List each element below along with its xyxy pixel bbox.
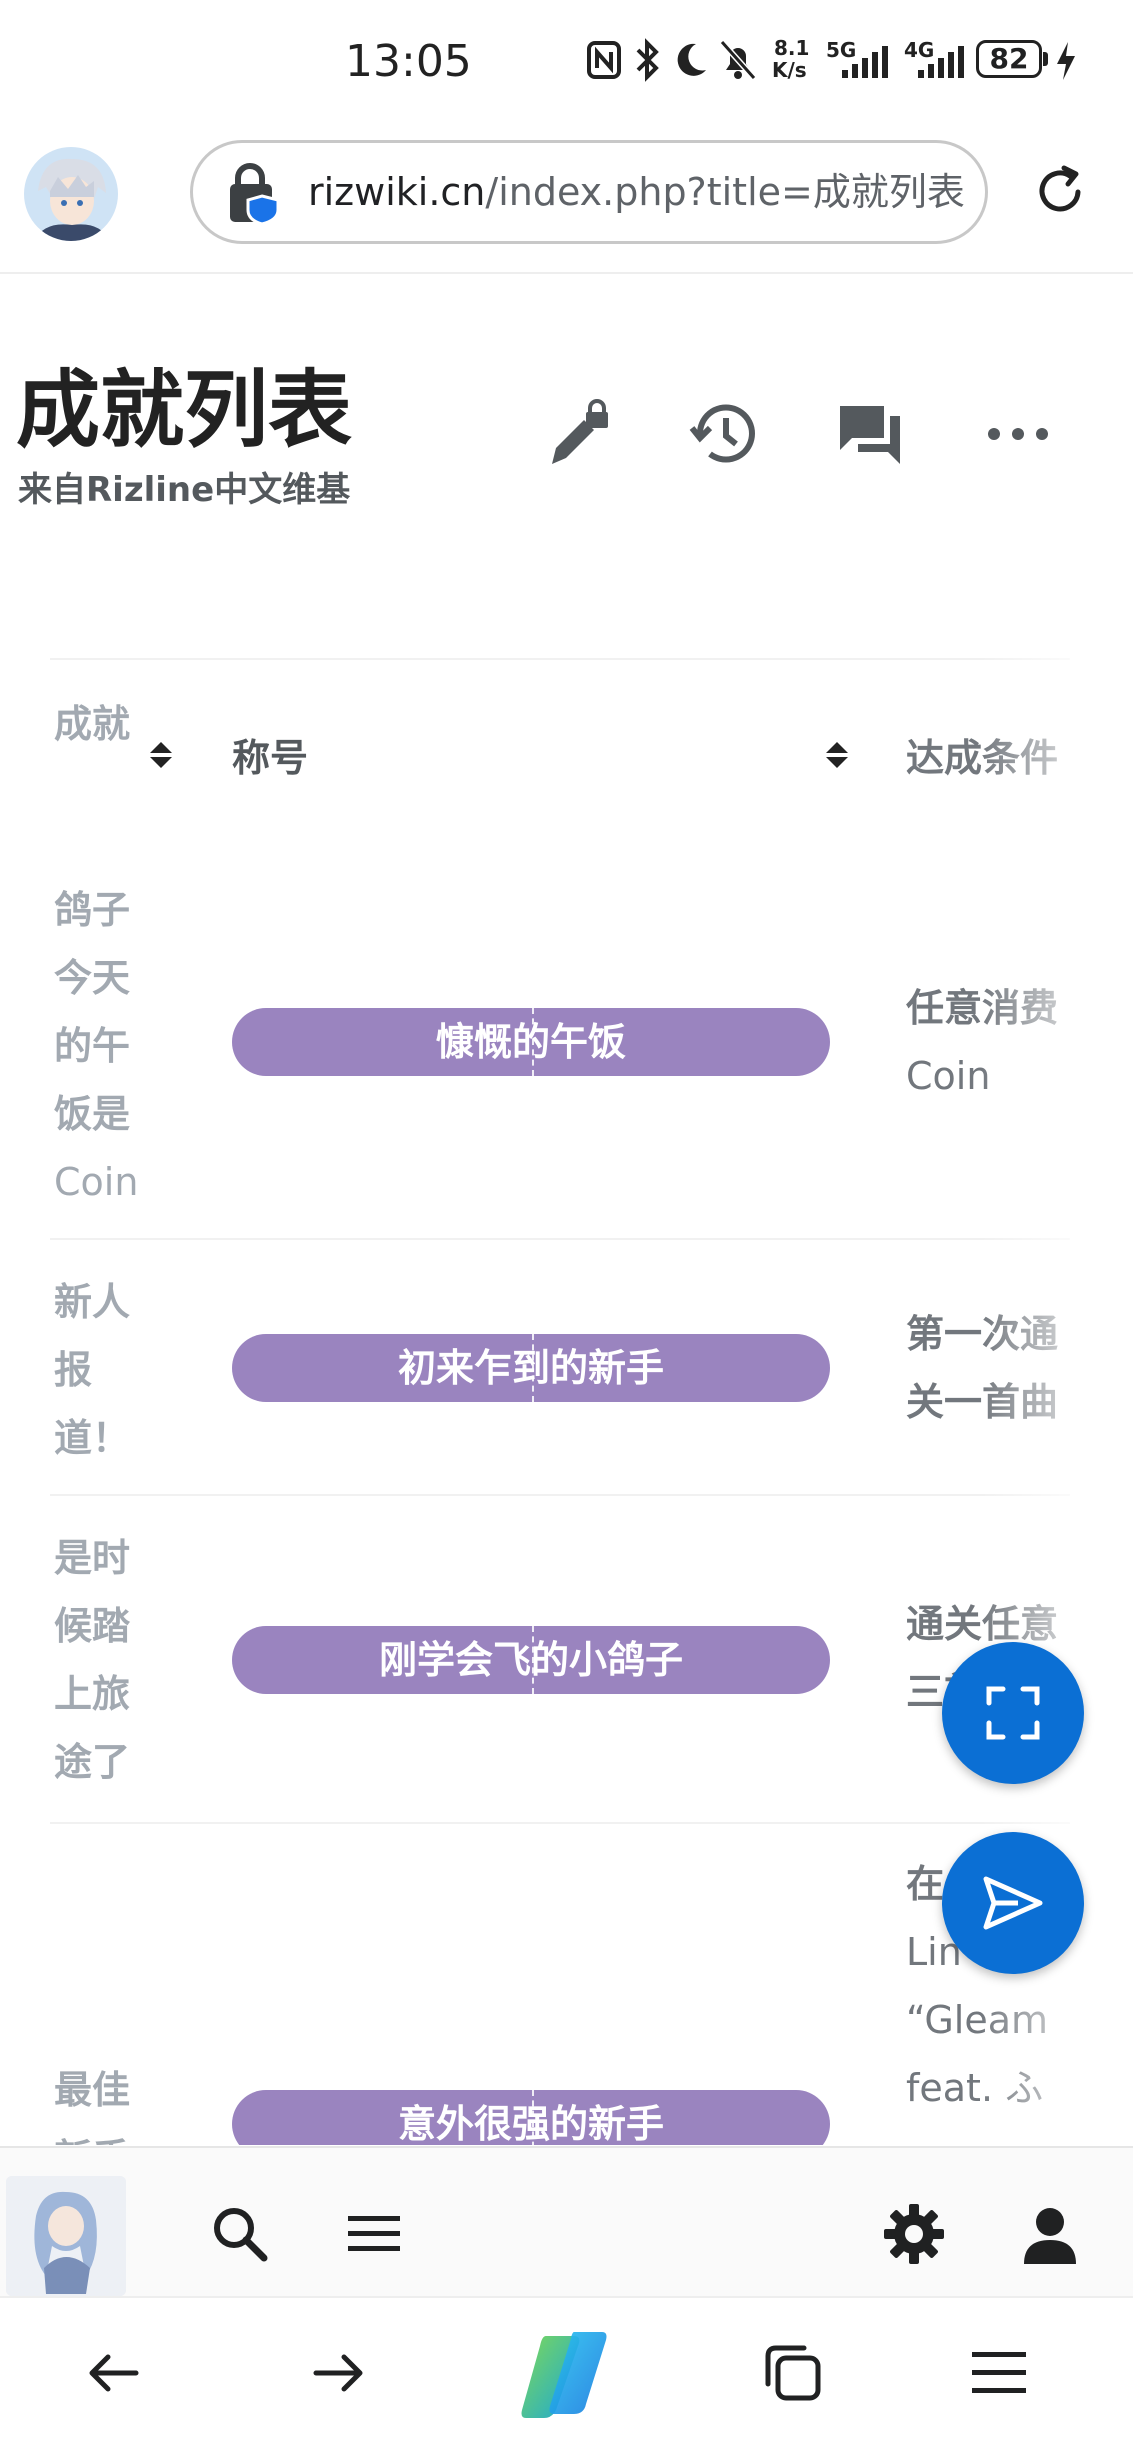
pill-divider: [532, 1626, 534, 1694]
header-title[interactable]: 称号: [232, 724, 432, 792]
status-bar: 13:05 8.1 K/s 5G 4G 82: [0, 0, 1133, 120]
browser-profile-avatar[interactable]: [24, 147, 118, 241]
talk-icon[interactable]: [834, 398, 906, 470]
screenshot-fab[interactable]: [942, 1642, 1084, 1784]
secure-lock-icon[interactable]: [226, 162, 282, 226]
charging-icon: [1057, 42, 1075, 80]
url-path: /index.php?title=成就列表: [485, 170, 965, 214]
bell-off-icon: [719, 40, 757, 80]
title-badge: 意外很强的新手: [232, 2090, 830, 2145]
achievement-text: 新人报道！: [54, 1280, 131, 1460]
title-badge: 慷慨的午饭: [232, 1008, 830, 1076]
sort-icon[interactable]: [148, 740, 174, 770]
achievement-text-latin: Coin: [54, 1160, 139, 1204]
title-text: 意外很强的新手: [397, 2102, 664, 2145]
title-badge: 刚学会飞的小鸽子: [232, 1626, 830, 1694]
title-badge: 初来乍到的新手: [232, 1334, 830, 1402]
achievement-text: 是时候踏上旅途了: [54, 1536, 131, 1784]
page-title: 成就列表: [16, 361, 353, 459]
status-time: 13:05: [345, 36, 472, 87]
pill-divider: [532, 1008, 534, 1076]
net-speed-value: 8.1: [774, 36, 810, 60]
achievement-text: 最佳新手: [54, 2068, 131, 2145]
copilot-icon[interactable]: [516, 2330, 612, 2420]
battery-cap: [1043, 52, 1048, 66]
wiki-logo[interactable]: [6, 2176, 126, 2296]
table-row-achievement: 鸽子今天的午饭是 Coin: [54, 876, 164, 1216]
achievement-text: 鸽子今天的午饭是: [54, 888, 131, 1136]
user-account-icon[interactable]: [1018, 2202, 1082, 2266]
row-divider: [50, 1238, 1070, 1240]
title-text: 慷慨的午饭: [435, 1020, 626, 1064]
settings-gear-icon[interactable]: [882, 2202, 946, 2266]
nfc-icon: [587, 41, 621, 79]
wiki-toolbar: [0, 2146, 1133, 2296]
title-text: 刚学会飞的小鸽子: [378, 1638, 683, 1682]
bluetooth-icon: [636, 38, 659, 82]
page-subtitle: 来自Rizline中文维基: [18, 470, 351, 510]
scan-frame-icon: [986, 1686, 1040, 1740]
send-icon: [983, 1876, 1043, 1930]
table-row-achievement: 最佳新手: [54, 2056, 164, 2145]
browser-menu-icon[interactable]: [966, 2340, 1032, 2406]
forward-arrow-icon[interactable]: [306, 2340, 372, 2406]
history-icon[interactable]: [688, 398, 760, 470]
edit-lock-icon[interactable]: [544, 398, 616, 470]
share-fab[interactable]: [942, 1832, 1084, 1974]
table-border: [50, 658, 1070, 660]
pill-divider: [532, 1334, 534, 1402]
signal-icon: [918, 46, 964, 78]
sort-icon[interactable]: [824, 740, 850, 770]
row-divider: [50, 1494, 1070, 1496]
title-text: 初来乍到的新手: [397, 1346, 664, 1390]
moon-icon: [677, 43, 706, 76]
tabs-icon[interactable]: [760, 2340, 826, 2406]
table-row-achievement: 新人报道！: [54, 1268, 164, 1472]
more-options-icon[interactable]: [982, 398, 1054, 470]
row-divider: [50, 1822, 1070, 1824]
topbar-divider: [0, 272, 1133, 274]
pill-divider: [532, 2090, 534, 2145]
reload-icon[interactable]: [1030, 162, 1090, 222]
table-row-achievement: 是时候踏上旅途了: [54, 1524, 164, 1796]
battery-indicator: 82: [976, 40, 1042, 78]
signal-icon: [842, 46, 888, 78]
menu-icon[interactable]: [342, 2202, 406, 2266]
search-icon[interactable]: [208, 2202, 272, 2266]
url-text[interactable]: rizwiki.cn/index.php?title=成就列表: [308, 164, 965, 220]
back-arrow-icon[interactable]: [80, 2340, 146, 2406]
net-speed-unit: K/s: [772, 58, 807, 82]
url-domain: rizwiki.cn: [308, 170, 486, 214]
